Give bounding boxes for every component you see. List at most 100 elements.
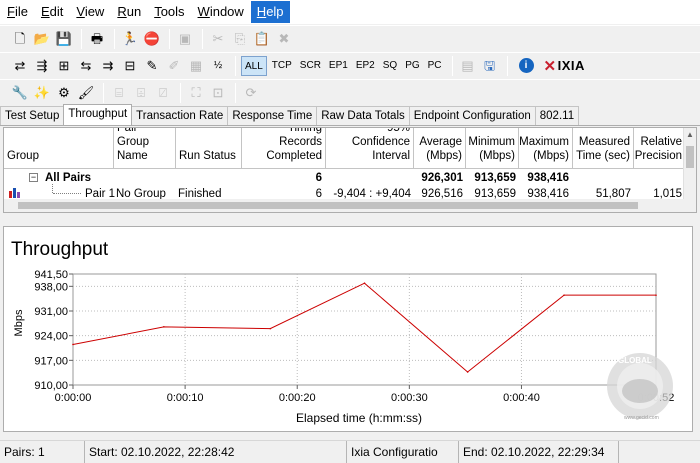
open-folder-icon[interactable]: 📂 [32,29,52,49]
filter-tcp-button[interactable]: TCP [269,56,295,76]
wizard-icon[interactable]: 🔧 [10,83,30,103]
x-tick-label: 0:00:20 [279,392,316,404]
filter-pg-button[interactable]: PG [402,56,422,76]
collapse-toggle[interactable]: − [29,173,38,182]
col-header-timing[interactable]: Timing Records Completed [242,128,326,169]
tab-raw-data-totals[interactable]: Raw Data Totals [316,106,410,125]
separator [506,55,508,76]
graph-icon[interactable]: ⌸ [109,83,129,103]
col-header-measured[interactable]: Measured Time (sec) [573,128,634,169]
graph-remove-icon[interactable]: ⍁ [153,83,173,103]
run-icon[interactable]: 🏃 [120,29,140,49]
col-header-maximum[interactable]: Maximum (Mbps) [519,128,573,169]
save-icon[interactable]: 💾 [54,29,74,49]
menu-run[interactable]: Run [111,1,147,23]
filter-pc-button[interactable]: PC [425,56,445,76]
all-pairs-minimum: 913,659 [474,172,516,184]
graph-add-icon[interactable]: ⌹ [131,83,151,103]
results-tabs: Test Setup Throughput Transaction Rate Resp… [0,104,700,126]
menu-view[interactable]: View [70,1,110,23]
sort-icon[interactable]: ½ [208,56,228,76]
menu-bar: File Edit View Run Tools Window Help [0,0,700,24]
tab-endpoint-configuration[interactable]: Endpoint Configuration [408,106,536,125]
scroll-thumb[interactable] [686,146,694,168]
separator [180,82,181,103]
paste-icon[interactable]: 📋 [252,29,272,49]
info-icon[interactable]: i [518,58,534,73]
magic-icon[interactable]: ✨ [32,83,52,103]
results-icon[interactable]: ▣ [175,29,195,49]
all-pairs-timing: 6 [315,172,322,184]
all-pairs-maximum: 938,416 [527,172,569,184]
refresh-icon[interactable]: ⟳ [241,83,261,103]
schedule-icon[interactable]: ▦ [186,56,206,76]
gecid-watermark-logo: GLOBAL www.gecid.com [594,349,686,423]
y-tick-label: 924,00 [34,331,68,343]
tab-test-setup[interactable]: Test Setup [0,106,65,125]
tab-throughput[interactable]: Throughput [63,104,133,125]
collapse-icon[interactable]: ⊡ [208,83,228,103]
expand-icon[interactable]: ⛶ [186,83,206,103]
filter-all-button[interactable]: ALL [241,55,267,76]
col-header-relative[interactable]: Relative Precision [634,128,686,169]
pair-edit-icon[interactable]: ⇉ [98,56,118,76]
toolbar-tools: 🔧 ✨ ⚙ 🖌 ⌸ ⌹ ⍁ ⛶ ⊡ ⟳ [0,79,700,105]
data-point [163,326,165,328]
status-pairs: Pairs: 1 [0,441,85,463]
scroll-thumb[interactable] [18,202,638,209]
col-header-group[interactable]: Group [4,128,114,169]
brush-icon[interactable]: 🖌 [76,83,96,103]
save-results-icon[interactable]: 🖫 [480,56,500,76]
menu-tools[interactable]: Tools [148,1,190,23]
data-point [72,343,74,346]
all-pairs-label[interactable]: All Pairs [45,171,91,185]
col-header-minimum[interactable]: Minimum (Mbps) [466,128,519,169]
delete-icon[interactable]: ✖ [274,29,294,49]
menu-file[interactable]: File [1,1,34,23]
menu-window[interactable]: Window [192,1,250,23]
plot-area [72,273,657,386]
tree-line [53,193,81,194]
edit-icon[interactable]: ✎ [142,56,162,76]
col-header-average[interactable]: Average (Mbps) [414,128,466,169]
col-header-pair-group[interactable]: Pair Group Name [114,128,176,169]
y-tick-label: 910,00 [34,380,68,392]
network-icon[interactable]: ⊞ [54,56,74,76]
copy-icon[interactable]: ⎘ [230,29,250,49]
all-pairs-average: 926,301 [421,172,463,184]
vertical-scrollbar[interactable]: ▲ [683,128,696,212]
results-table: Group Pair Group Name Run Status Timing … [3,127,697,213]
col-header-confidence[interactable]: 95% Confidence Interval [326,128,414,169]
tab-response-time[interactable]: Response Time [227,106,318,125]
add-pair-icon[interactable]: ⇄ [10,56,30,76]
new-file-icon[interactable]: 🗋 [10,29,30,49]
export-icon[interactable]: ▤ [458,56,478,76]
gear-icon[interactable]: ⚙ [54,83,74,103]
scroll-up-icon[interactable]: ▲ [686,130,694,139]
separator [169,28,170,49]
tab-transaction-rate[interactable]: Transaction Rate [131,106,229,125]
watermark-text: GLOBAL [618,356,652,365]
col-header-run-status[interactable]: Run Status [176,128,242,169]
horizontal-scrollbar[interactable] [4,199,684,212]
modify-icon[interactable]: ⊟ [120,56,140,76]
filter-ep2-button[interactable]: EP2 [353,56,378,76]
add-multicast-icon[interactable]: ⇶ [32,56,52,76]
x-tick-label: 0:00:10 [167,392,204,404]
filter-scr-button[interactable]: SCR [297,56,324,76]
tab-802-11[interactable]: 802.11 [534,106,580,125]
pair-bars-icon [9,187,21,198]
separator [81,28,82,49]
script-icon[interactable]: ✐ [164,56,184,76]
print-icon[interactable]: 🖶 [87,29,107,49]
cut-icon[interactable]: ✂ [208,29,228,49]
filter-ep1-button[interactable]: EP1 [326,56,351,76]
stop-icon[interactable]: ⛔ [142,29,162,49]
menu-help[interactable]: Help [250,1,290,23]
link-icon[interactable]: ⇆ [76,56,96,76]
y-tick-label: 941,50 [34,269,68,281]
data-point [466,371,469,373]
filter-sq-button[interactable]: SQ [380,56,400,76]
ixia-logo: ✕ IXIA [543,57,585,75]
menu-edit[interactable]: Edit [35,1,69,23]
